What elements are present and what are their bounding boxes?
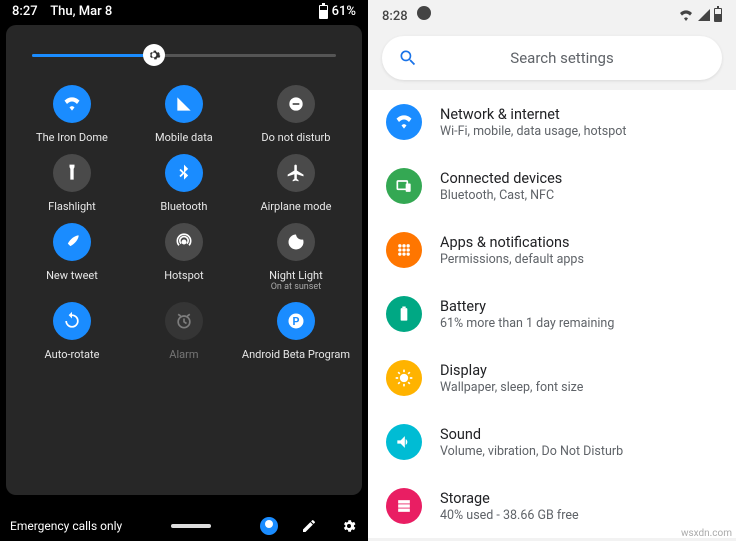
tile-label: Flashlight: [48, 200, 96, 213]
devices-icon: [386, 168, 422, 204]
settings-sub: Permissions, default apps: [440, 252, 584, 267]
bottom-bar: Emergency calls only: [0, 511, 368, 541]
settings-row-display[interactable]: Display Wallpaper, sleep, font size: [368, 346, 736, 410]
quick-settings-screen: 8:27 Thu, Mar 8 61% The Iron Dome Mobile…: [0, 0, 368, 541]
settings-row-battery[interactable]: Battery 61% more than 1 day remaining: [368, 282, 736, 346]
signal-icon: [698, 9, 710, 21]
hotspot-icon: [165, 223, 203, 261]
status-time: 8:27: [12, 4, 38, 19]
battery-icon: [386, 296, 422, 332]
tile-label: Auto-rotate: [45, 348, 100, 361]
airplane-icon: [277, 154, 315, 192]
tile-label: Do not disturb: [261, 131, 330, 144]
settings-row-apps[interactable]: Apps & notifications Permissions, defaul…: [368, 218, 736, 282]
settings-title: Sound: [440, 426, 623, 443]
settings-row-sound[interactable]: Sound Volume, vibration, Do Not Disturb: [368, 410, 736, 474]
tile-label: Mobile data: [155, 131, 213, 144]
moon-icon: [277, 223, 315, 261]
search-icon: [398, 48, 418, 68]
settings-title: Apps & notifications: [440, 234, 584, 251]
settings-title: Network & internet: [440, 106, 626, 123]
tile-label: Alarm: [169, 348, 198, 361]
user-icon[interactable]: [260, 517, 278, 535]
status-bar: 8:27 Thu, Mar 8 61%: [0, 0, 368, 21]
tile-label: Airplane mode: [260, 200, 331, 213]
battery-icon: [319, 5, 328, 19]
settings-sub: Wallpaper, sleep, font size: [440, 380, 583, 395]
wifi-icon: [386, 104, 422, 140]
flashlight-icon: [53, 154, 91, 192]
drag-handle[interactable]: [171, 524, 211, 528]
settings-icon[interactable]: [340, 517, 358, 535]
alarm-icon: [165, 302, 203, 340]
tile-alarm[interactable]: Alarm: [130, 302, 238, 361]
search-settings[interactable]: Search settings: [382, 36, 722, 80]
settings-screen: 8:28 Search settings Network & internet …: [368, 0, 736, 541]
tile-feather[interactable]: New tweet: [18, 223, 126, 292]
settings-row-devices[interactable]: Connected devices Bluetooth, Cast, NFC: [368, 154, 736, 218]
display-icon: [386, 360, 422, 396]
settings-title: Connected devices: [440, 170, 562, 187]
storage-icon: [386, 488, 422, 524]
signal-icon: [165, 85, 203, 123]
feather-icon: [53, 223, 91, 261]
settings-sub: 61% more than 1 day remaining: [440, 316, 614, 331]
settings-title: Display: [440, 362, 583, 379]
tile-rotate[interactable]: Auto-rotate: [18, 302, 126, 361]
svg-text:P: P: [292, 315, 299, 328]
search-placeholder: Search settings: [418, 49, 706, 67]
wifi-icon: [678, 9, 694, 21]
rotate-icon: [53, 302, 91, 340]
settings-sub: Bluetooth, Cast, NFC: [440, 188, 562, 203]
edit-icon[interactable]: [300, 517, 318, 535]
apps-icon: [386, 232, 422, 268]
settings-sub: Volume, vibration, Do Not Disturb: [440, 444, 623, 459]
settings-row-wifi[interactable]: Network & internet Wi-Fi, mobile, data u…: [368, 90, 736, 154]
tile-airplane[interactable]: Airplane mode: [242, 154, 350, 213]
battery-icon: [714, 8, 722, 22]
settings-title: Storage: [440, 490, 579, 507]
tile-moon[interactable]: Night Light On at sunset: [242, 223, 350, 292]
status-bar: 8:28: [368, 0, 736, 28]
tile-label: Android Beta Program: [242, 348, 350, 361]
settings-sub: Wi-Fi, mobile, data usage, hotspot: [440, 124, 626, 139]
gear-icon[interactable]: [143, 44, 165, 66]
settings-title: Battery: [440, 298, 614, 315]
settings-sub: 40% used - 38.66 GB free: [440, 508, 579, 523]
tile-label: New tweet: [46, 269, 98, 282]
watermark: wsxdn.com: [681, 528, 732, 539]
tile-label: Hotspot: [164, 269, 203, 282]
tile-hotspot[interactable]: Hotspot: [130, 223, 238, 292]
tile-label: The Iron Dome: [36, 131, 108, 144]
quick-settings-panel: The Iron Dome Mobile data Do not disturb…: [6, 25, 362, 495]
sound-icon: [386, 424, 422, 460]
status-date: Thu, Mar 8: [50, 4, 112, 19]
tile-bluetooth[interactable]: Bluetooth: [130, 154, 238, 213]
brightness-slider[interactable]: [32, 43, 336, 67]
tile-label: Night Light: [269, 269, 323, 282]
tile-dnd[interactable]: Do not disturb: [242, 85, 350, 144]
tile-p[interactable]: P Android Beta Program: [242, 302, 350, 361]
clock-icon: [417, 6, 431, 20]
tile-wifi[interactable]: The Iron Dome: [18, 85, 126, 144]
tile-signal[interactable]: Mobile data: [130, 85, 238, 144]
p-icon: P: [277, 302, 315, 340]
wifi-icon: [53, 85, 91, 123]
status-time: 8:28: [382, 9, 408, 24]
tile-label: Bluetooth: [160, 200, 207, 213]
bluetooth-icon: [165, 154, 203, 192]
tile-sub: On at sunset: [271, 282, 321, 292]
tile-flashlight[interactable]: Flashlight: [18, 154, 126, 213]
network-status: Emergency calls only: [10, 519, 122, 533]
battery-percent: 61%: [332, 4, 356, 19]
dnd-icon: [277, 85, 315, 123]
